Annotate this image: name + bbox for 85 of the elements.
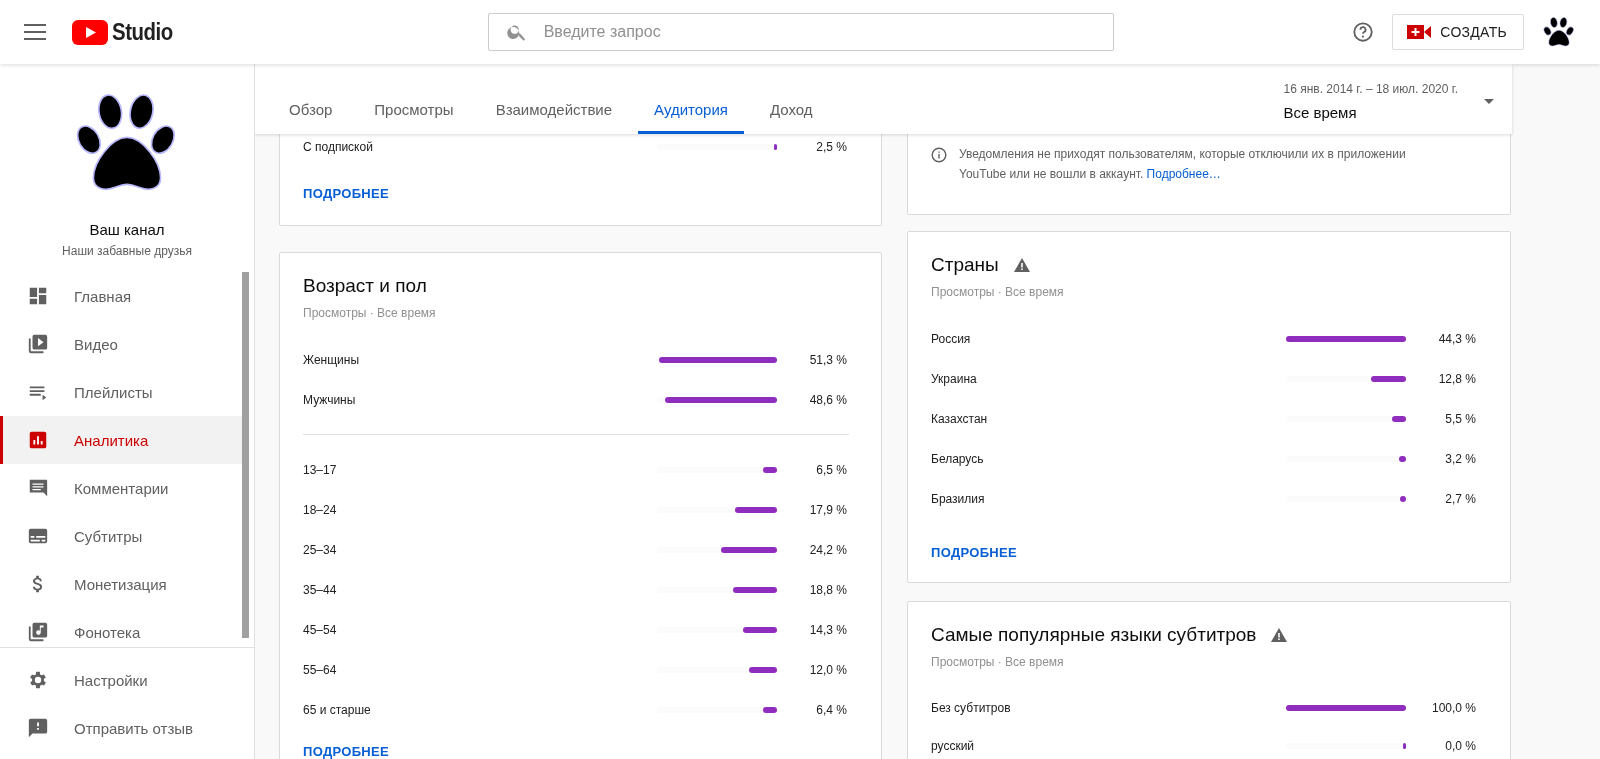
nav-item[interactable]: Субтитры bbox=[0, 512, 243, 560]
card-title: Страны bbox=[931, 254, 999, 276]
learn-more-link[interactable]: Подробнее… bbox=[1146, 167, 1221, 181]
tab[interactable]: Доход bbox=[753, 88, 829, 134]
percentage-value: 17,9 % bbox=[808, 503, 848, 517]
percentage-value: 3,2 % bbox=[1444, 452, 1477, 466]
menu-icon[interactable] bbox=[24, 24, 46, 40]
row-label: Россия bbox=[931, 332, 972, 346]
nav-item[interactable]: Комментарии bbox=[0, 464, 243, 512]
help-icon[interactable] bbox=[1352, 21, 1375, 43]
feedback-icon bbox=[27, 717, 49, 739]
card-subtitle: Просмотры · Все время bbox=[303, 306, 437, 320]
row-label: Мужчины bbox=[303, 393, 357, 407]
dashboard-icon bbox=[27, 285, 49, 307]
warning-icon[interactable] bbox=[1013, 258, 1030, 272]
percentage-value: 0,0 % bbox=[1444, 739, 1477, 753]
percentage-value: 12,8 % bbox=[1437, 372, 1477, 386]
more-link[interactable]: ПОДРОБНЕЕ bbox=[931, 545, 1017, 560]
percentage-value: 44,3 % bbox=[1437, 332, 1477, 346]
search-field[interactable]: Введите запрос bbox=[543, 17, 1113, 47]
caret-icon bbox=[1484, 98, 1494, 104]
search-bar[interactable]: Введите запрос bbox=[487, 13, 1114, 51]
settings-icon bbox=[27, 669, 49, 691]
percentage-value: 51,3 % bbox=[808, 353, 848, 367]
date-range-dropdown[interactable]: 16 янв. 2014 г. – 18 июл. 2020 г. Все время bbox=[1283, 64, 1494, 134]
row-label: русский bbox=[931, 739, 976, 753]
music-library-icon bbox=[27, 621, 49, 643]
avatar-paw-icon[interactable] bbox=[1542, 15, 1576, 49]
row-label: Беларусь bbox=[931, 452, 985, 466]
video-camera-plus-icon bbox=[1407, 24, 1432, 40]
row-label: 25–34 bbox=[303, 543, 338, 557]
row-label: Украина bbox=[931, 372, 978, 386]
channel-description: Наши забавные друзья bbox=[62, 244, 192, 258]
period-label: Все время bbox=[1283, 103, 1358, 121]
tab[interactable]: Просмотры bbox=[358, 88, 470, 134]
percentage-value: 48,6 % bbox=[808, 393, 848, 407]
create-button[interactable]: СОЗДАТЬ bbox=[1392, 14, 1524, 50]
row-label: 35–44 bbox=[303, 583, 338, 597]
percentage-value: 6,4 % bbox=[815, 703, 848, 717]
row-label: 13–17 bbox=[303, 463, 338, 477]
info-icon bbox=[931, 147, 947, 163]
percentage-value: 12,0 % bbox=[808, 663, 848, 677]
play-logo-icon[interactable] bbox=[72, 19, 108, 45]
tab[interactable]: Взаимодействие bbox=[479, 88, 629, 134]
scrollbar[interactable] bbox=[242, 272, 249, 638]
more-link[interactable]: ПОДРОБНЕЕ bbox=[303, 744, 389, 759]
percentage-value: 2,7 % bbox=[1444, 492, 1477, 506]
percentage-value: 2,5 % bbox=[815, 140, 848, 154]
nav-item[interactable]: Монетизация bbox=[0, 560, 243, 608]
nav-item[interactable]: Фонотека bbox=[0, 608, 243, 647]
row-label: Женщины bbox=[303, 353, 361, 367]
row-label: 55–64 bbox=[303, 663, 338, 677]
percentage-value: 18,8 % bbox=[808, 583, 848, 597]
video-icon bbox=[27, 333, 49, 355]
logo-text[interactable]: Studio bbox=[112, 18, 173, 46]
percentage-value: 5,5 % bbox=[1444, 412, 1477, 426]
more-link[interactable]: ПОДРОБНЕЕ bbox=[303, 186, 389, 201]
percentage-value: 14,3 % bbox=[808, 623, 848, 637]
info-note: Уведомления не приходят пользователям, которые отключили их в приложении YouTube или не вошли в аккаунт. Подробнее… bbox=[959, 146, 1407, 183]
date-range: 16 янв. 2014 г. – 18 июл. 2020 г. bbox=[1283, 81, 1458, 96]
card-subtitle: Просмотры · Все время bbox=[931, 655, 1065, 669]
comment-icon bbox=[27, 477, 49, 499]
nav-item[interactable]: Плейлисты bbox=[0, 368, 243, 416]
row-label: 65 и старше bbox=[303, 703, 372, 717]
nav-item[interactable]: Отправить отзыв bbox=[0, 704, 243, 752]
channel-name: Ваш канал bbox=[89, 221, 165, 238]
percentage-value: 100,0 % bbox=[1430, 701, 1477, 715]
nav-item[interactable]: Аналитика bbox=[0, 416, 243, 464]
card-title: Возраст и пол bbox=[303, 275, 427, 297]
card-subtitle: Просмотры · Все время bbox=[931, 285, 1065, 299]
row-label: С подпиской bbox=[303, 140, 374, 154]
row-label: 45–54 bbox=[303, 623, 338, 637]
nav-item[interactable]: Главная bbox=[0, 272, 243, 320]
percentage-value: 24,2 % bbox=[808, 543, 848, 557]
row-label: Без субтитров bbox=[931, 701, 1012, 715]
percentage-value: 6,5 % bbox=[815, 463, 848, 477]
tab[interactable]: Обзор bbox=[273, 88, 349, 134]
warning-icon[interactable] bbox=[1271, 628, 1288, 642]
card-title: Самые популярные языки субтитров bbox=[931, 624, 1257, 646]
nav-item[interactable]: Видео bbox=[0, 320, 243, 368]
nav-item[interactable]: Настройки bbox=[0, 656, 243, 704]
row-label: 18–24 bbox=[303, 503, 338, 517]
row-label: Бразилия bbox=[931, 492, 986, 506]
row-label: Казахстан bbox=[931, 412, 989, 426]
analytics-icon bbox=[27, 429, 49, 451]
